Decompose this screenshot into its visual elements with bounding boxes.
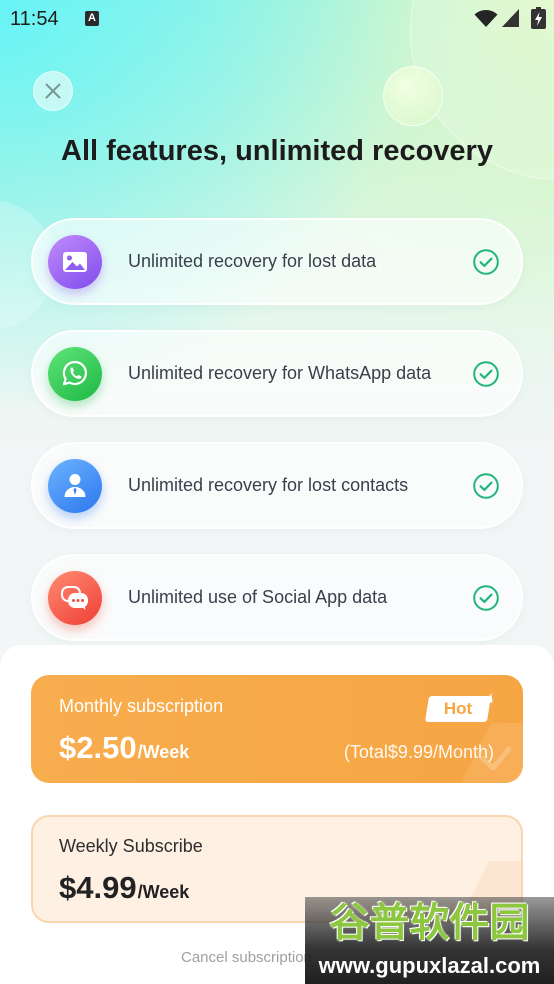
hot-badge: Hot [424, 693, 495, 722]
paywall-screen: 11:54 A All features, unlimited recovery [0, 0, 554, 984]
feature-label: Unlimited use of Social App data [128, 587, 388, 607]
watermark-brand: 谷普软件园 [329, 901, 530, 945]
close-button[interactable] [33, 71, 73, 111]
check-circle-icon [473, 584, 499, 611]
plan-price: $2.50 [59, 730, 137, 765]
notification-a-icon: A [85, 11, 99, 26]
plan-total: (Total$9.99/Month) [343, 742, 494, 762]
watermark-url: www.gupuxlazal.com [318, 953, 541, 978]
check-circle-icon [473, 360, 499, 387]
feature-item-contacts: Unlimited recovery for lost contacts [31, 442, 523, 529]
plan-name: Monthly subscription [59, 696, 224, 716]
page-title: All features, unlimited recovery [61, 135, 493, 167]
status-time: 11:54 [10, 8, 59, 30]
close-icon[interactable] [33, 71, 73, 111]
cancel-subscription-text: Cancel subscription [181, 949, 312, 966]
plan-unit: /Week [137, 742, 190, 762]
battery-charging-icon [531, 7, 546, 29]
background-bubble-decoration [383, 66, 443, 126]
price-row: $2.50 /Week (Total$9.99/Month) [59, 732, 494, 763]
check-circle-icon [473, 248, 499, 275]
feature-item-lost-data: Unlimited recovery for lost data [31, 218, 523, 305]
contact-icon [48, 458, 102, 513]
plan-card-monthly[interactable]: Monthly subscription Hot $2.50 /Week (To… [31, 675, 523, 783]
check-circle-icon [473, 472, 499, 499]
hot-badge-label: Hot [443, 699, 473, 718]
plan-unit: /Week [137, 882, 190, 902]
chat-icon [48, 570, 102, 625]
feature-label: Unlimited recovery for lost data [128, 251, 377, 271]
signal-icon [502, 9, 519, 27]
watermark: 谷普软件园 www.gupuxlazal.com [305, 897, 554, 984]
whatsapp-icon [48, 346, 102, 401]
plan-name: Weekly Subscribe [59, 836, 203, 856]
feature-item-whatsapp: Unlimited recovery for WhatsApp data [31, 330, 523, 417]
feature-label: Unlimited recovery for lost contacts [128, 475, 409, 495]
feature-item-social-app: Unlimited use of Social App data [31, 554, 523, 641]
image-icon [48, 234, 102, 289]
feature-label: Unlimited recovery for WhatsApp data [128, 363, 432, 383]
wifi-icon [474, 10, 498, 27]
plan-price: $4.99 [59, 870, 137, 905]
